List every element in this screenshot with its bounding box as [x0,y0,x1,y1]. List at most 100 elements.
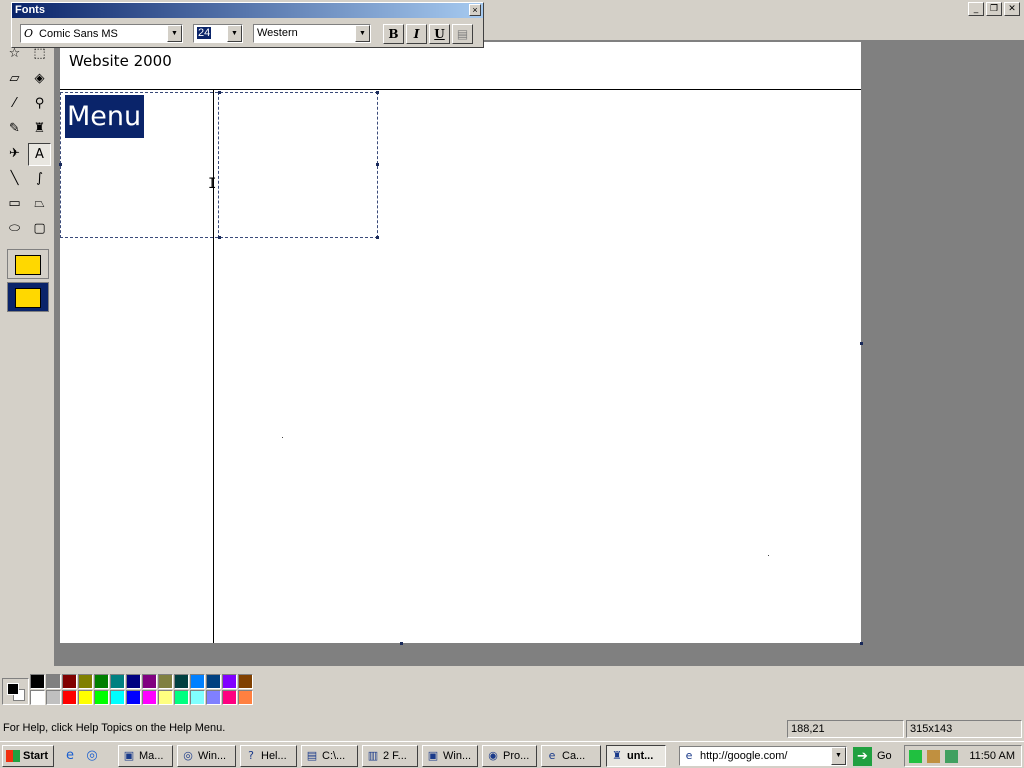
current-colors[interactable] [2,678,29,705]
taskbar-button[interactable]: ? Hel... [240,745,297,767]
browser-quicklaunch-icon[interactable]: ◎ [83,747,101,765]
taskbar-button[interactable]: ◉ Pro... [482,745,537,767]
color-swatch[interactable] [126,690,141,705]
taskbar-button[interactable]: ▣ Win... [422,745,478,767]
canvas[interactable]: Website 2000 Menu I [59,42,861,643]
minimize-button[interactable]: _ [968,2,984,16]
selected-menu-text[interactable]: Menu [65,95,144,138]
rectangle-tool[interactable]: ▭ [3,193,26,216]
fonts-toolbar-title[interactable]: Fonts × [12,3,483,18]
color-swatch[interactable] [206,690,221,705]
go-button[interactable]: ➔ Go [853,747,897,766]
resize-handle[interactable] [59,163,62,166]
italic-button[interactable]: I [406,24,427,44]
taskbar-button[interactable]: ▥ 2 F... [362,745,418,767]
script-value: Western [257,27,298,39]
pencil-tool[interactable]: ✎ [3,118,26,141]
color-swatch[interactable] [30,674,45,689]
color-swatch[interactable] [222,690,237,705]
taskbar-button[interactable]: ▤ C:\... [301,745,358,767]
color-swatch[interactable] [94,674,109,689]
color-swatch[interactable] [222,674,237,689]
color-swatch[interactable] [46,674,61,689]
address-bar-input[interactable]: e http://google.com/ ▼ [679,746,847,766]
color-swatch[interactable] [78,690,93,705]
resize-handle[interactable] [218,91,221,94]
canvas-resize-handle[interactable] [860,642,863,645]
color-swatch[interactable] [126,674,141,689]
close-button[interactable]: ✕ [1004,2,1020,16]
line-tool[interactable]: ╲ [3,168,26,191]
text-tool[interactable]: A [28,143,51,166]
taskbar-button[interactable]: ◎ Win... [177,745,236,767]
resize-handle[interactable] [218,236,221,239]
color-swatch[interactable] [238,674,253,689]
ellipse-tool[interactable]: ⬭ [3,218,26,241]
task-label: Win... [198,750,227,762]
color-swatch[interactable] [158,674,173,689]
color-swatch[interactable] [158,690,173,705]
color-swatch[interactable] [238,690,253,705]
transparent-background-option[interactable] [7,282,49,312]
color-swatch[interactable] [110,674,125,689]
font-size-combo[interactable]: 24 ▼ [193,24,243,43]
color-swatch[interactable] [110,690,125,705]
taskbar-button[interactable]: e Ca... [541,745,601,767]
stray-pixel [282,437,283,438]
color-swatch[interactable] [78,674,93,689]
color-swatch[interactable] [190,674,205,689]
font-size-value: 24 [197,27,212,39]
eraser-tool[interactable]: ▱ [3,68,26,91]
font-name-combo[interactable]: O Comic Sans MS ▼ [20,24,183,43]
font-size-dropdown-icon[interactable]: ▼ [227,25,242,42]
stray-pixel [768,555,769,556]
font-name-dropdown-icon[interactable]: ▼ [167,25,182,42]
fill-tool[interactable]: ◈ [28,68,51,91]
resize-handle[interactable] [376,163,379,166]
restore-button[interactable]: ❐ [986,2,1002,16]
magnifier-tool[interactable]: ⚲ [28,93,51,116]
color-swatch[interactable] [142,674,157,689]
clock[interactable]: 11:50 AM [969,746,1015,766]
color-swatch[interactable] [30,690,45,705]
canvas-resize-handle[interactable] [400,642,403,645]
security-icon[interactable] [927,750,940,763]
volume-icon[interactable] [945,750,958,763]
resize-handle[interactable] [376,236,379,239]
opaque-background-option[interactable] [7,249,49,279]
script-combo[interactable]: Western ▼ [253,24,371,43]
fonts-toolbar[interactable]: Fonts × O Comic Sans MS ▼ 24 ▼ Western ▼ … [11,2,484,48]
color-swatch[interactable] [190,690,205,705]
resize-handle[interactable] [376,91,379,94]
bold-button[interactable]: B [383,24,404,44]
task-app-icon: ▤ [306,749,318,762]
fonts-close-button[interactable]: × [469,4,481,16]
transparent-option-icon [15,288,41,308]
airbrush-tool[interactable]: ✈ [3,143,26,166]
rounded-rectangle-tool[interactable]: ▢ [28,218,51,241]
vertical-text-button[interactable]: ▤ [452,24,473,44]
address-dropdown-icon[interactable]: ▼ [831,747,846,765]
canvas-resize-handle[interactable] [860,342,863,345]
script-dropdown-icon[interactable]: ▼ [355,25,370,42]
color-swatch[interactable] [142,690,157,705]
color-swatch[interactable] [62,690,77,705]
brush-tool[interactable]: ♜ [28,118,51,141]
color-swatch[interactable] [206,674,221,689]
start-button[interactable]: Start [2,745,54,767]
task-label: Hel... [261,750,287,762]
opentype-icon: O [24,27,34,40]
color-swatch[interactable] [62,674,77,689]
curve-tool[interactable]: ∫ [28,168,51,191]
ie-quicklaunch-icon[interactable]: e [61,747,79,765]
color-swatch[interactable] [174,674,189,689]
underline-button[interactable]: U [429,24,450,44]
network-icon[interactable] [909,750,922,763]
color-swatch[interactable] [46,690,61,705]
pick-color-tool[interactable]: ⁄ [3,93,26,116]
color-swatch[interactable] [94,690,109,705]
taskbar-button[interactable]: ▣ Ma... [118,745,173,767]
taskbar-button[interactable]: ♜ unt... [606,745,666,767]
polygon-tool[interactable]: ⏢ [28,193,51,216]
color-swatch[interactable] [174,690,189,705]
